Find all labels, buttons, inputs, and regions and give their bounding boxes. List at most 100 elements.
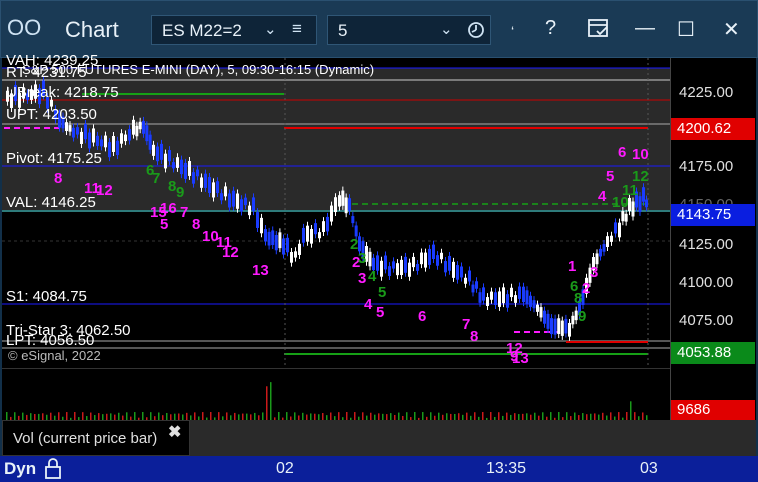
candle-body xyxy=(536,304,539,312)
price-chart[interactable]: S&P 500 FUTURES E-MINI (DAY), 5, 09:30-1… xyxy=(2,52,670,368)
candle-body xyxy=(468,270,471,282)
candle-body xyxy=(602,244,606,252)
candle-body xyxy=(557,318,561,335)
candle-body xyxy=(518,286,521,299)
lpt-label: LPT: 4056.50 xyxy=(6,332,95,349)
candle-body xyxy=(120,133,123,144)
candle-body xyxy=(278,232,282,249)
tasks-icon[interactable] xyxy=(587,17,611,41)
sequence-marker: 7 xyxy=(152,170,161,187)
sequence-marker: 16 xyxy=(160,200,177,217)
candle-body xyxy=(610,235,613,242)
sequence-marker: 1 xyxy=(568,258,577,275)
chevron-down-icon[interactable]: ⌄ xyxy=(440,20,453,38)
candle-body xyxy=(184,162,187,179)
candle-body xyxy=(68,125,72,132)
sequence-marker: 5 xyxy=(376,304,385,321)
candle-body xyxy=(168,150,171,162)
candle-body xyxy=(529,295,532,307)
volume-bar xyxy=(266,386,268,421)
minimize-button[interactable]: — xyxy=(635,17,655,40)
price-axis[interactable]: 4225.00 4175.00 4150.00 4125.00 4100.00 … xyxy=(670,58,756,368)
volume-bar xyxy=(630,401,632,421)
hamburger-menu-icon[interactable]: ≡ xyxy=(292,19,302,39)
rt-label: RT: 4231.75 xyxy=(6,64,87,81)
volume-bar xyxy=(270,382,272,421)
candle-body xyxy=(532,300,536,309)
sequence-marker: 9 xyxy=(578,308,587,325)
sequence-marker: 2 xyxy=(582,280,591,297)
candle-body xyxy=(543,310,546,324)
candle-body xyxy=(642,187,645,202)
candle-body xyxy=(560,320,564,336)
candle-body xyxy=(200,177,203,188)
candle-body xyxy=(160,143,163,160)
s1-label: S1: 4084.75 xyxy=(6,288,87,305)
candle-body xyxy=(314,223,317,235)
upt-label: UPT: 4203.50 xyxy=(6,106,97,123)
lock-icon[interactable] xyxy=(44,458,62,480)
candle-body xyxy=(244,197,247,206)
candle-body xyxy=(412,256,415,268)
candle-body xyxy=(400,259,403,276)
pivot-label: Pivot: 4175.25 xyxy=(6,150,102,167)
candle-body xyxy=(232,190,235,207)
sequence-marker: 6 xyxy=(618,144,627,161)
candle-body xyxy=(228,193,231,208)
dyn-mode-label[interactable]: Dyn xyxy=(4,459,36,479)
candle-body xyxy=(506,294,509,308)
axis-label: 4225.00 xyxy=(679,84,734,101)
candle-body xyxy=(65,122,68,132)
candle-body xyxy=(72,127,75,138)
cursor-tool-icon[interactable]: ‘ xyxy=(511,23,514,39)
candle-body xyxy=(494,292,497,306)
interval-input[interactable]: 5 ⌄ xyxy=(327,15,491,45)
sequence-marker: 8 xyxy=(470,328,479,345)
axis-label: 4100.00 xyxy=(679,274,734,291)
chevron-down-icon[interactable]: ⌄ xyxy=(264,20,277,38)
candle-body xyxy=(645,199,648,208)
candle-body xyxy=(388,266,391,276)
axis-label: 4075.00 xyxy=(679,312,734,329)
candle-body xyxy=(84,123,87,140)
sequence-marker: 4 xyxy=(598,188,607,205)
candle-body xyxy=(88,132,91,149)
volume-pane[interactable] xyxy=(2,368,670,421)
candle-body xyxy=(392,261,395,269)
candle-body xyxy=(471,284,475,293)
candle-body xyxy=(152,144,155,156)
candle-body xyxy=(302,227,305,243)
close-study-icon[interactable]: ✖ xyxy=(168,422,181,442)
candle-body xyxy=(376,255,379,271)
time-axis[interactable]: Dyn 02 13:35 03 xyxy=(0,456,758,482)
window-title: Chart xyxy=(65,17,119,42)
sequence-marker: 8 xyxy=(192,216,201,233)
sequence-marker: 13 xyxy=(252,262,269,279)
candle-body xyxy=(546,313,550,329)
help-button[interactable]: ? xyxy=(545,17,556,40)
candle-body xyxy=(344,197,348,214)
candle-body xyxy=(92,128,95,143)
current-price-box: 4143.75 xyxy=(671,204,755,226)
close-button[interactable]: ✕ xyxy=(723,17,740,42)
candle-body xyxy=(76,127,79,135)
clock-icon[interactable] xyxy=(466,20,486,40)
candle-body xyxy=(486,297,489,306)
candle-body xyxy=(286,237,289,253)
candle-body xyxy=(621,211,625,222)
candle-body xyxy=(298,243,301,255)
candle-body xyxy=(550,318,553,335)
candle-body xyxy=(306,225,309,242)
candle-body xyxy=(440,252,443,260)
restore-button[interactable]: ☐ xyxy=(677,17,695,42)
candle-body xyxy=(341,190,345,206)
title-bar: OO Chart ES M22=2 ⌄ ≡ 5 ⌄ ‘ ? — ☐ ✕ xyxy=(0,0,758,58)
candle-body xyxy=(176,157,179,168)
symbol-input[interactable]: ES M22=2 ⌄ ≡ xyxy=(151,15,317,45)
candle-body xyxy=(108,142,111,158)
time-label: 13:35 xyxy=(486,460,527,477)
candle-body xyxy=(490,291,493,300)
candle-body xyxy=(260,217,263,234)
candle-body xyxy=(595,253,599,265)
upper-price-box: 4200.62 xyxy=(671,118,755,140)
